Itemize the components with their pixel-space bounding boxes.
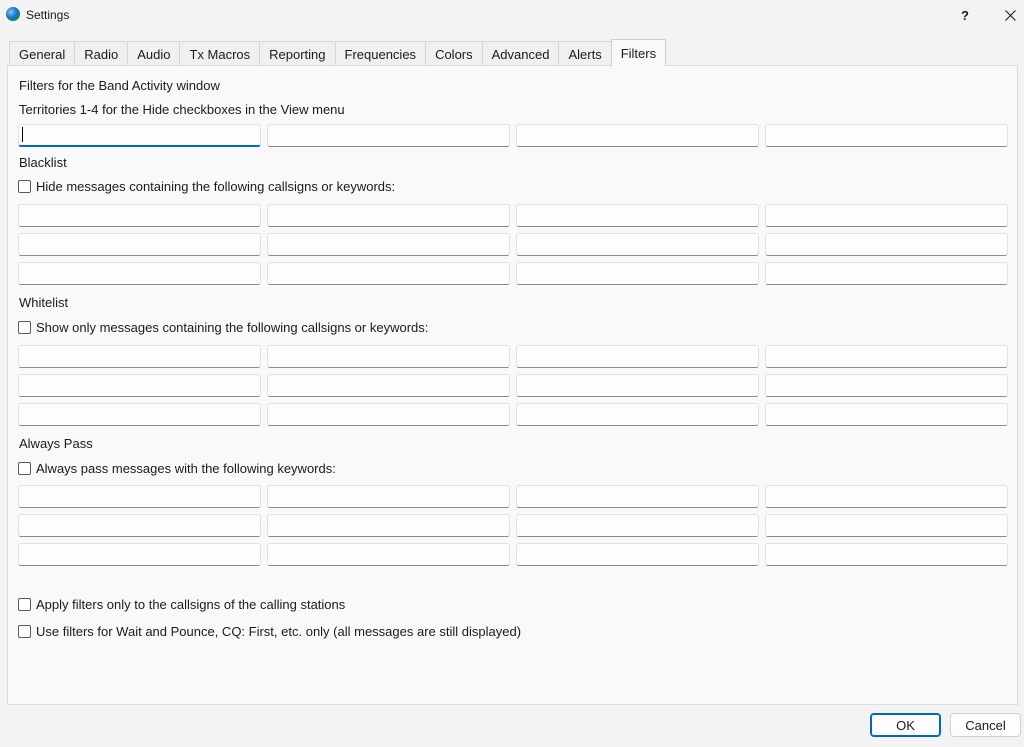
always-pass-input[interactable] — [18, 485, 261, 508]
close-icon — [1004, 9, 1016, 21]
always-pass-heading: Always Pass — [19, 436, 93, 451]
whitelist-checkbox[interactable] — [18, 321, 31, 334]
blacklist-grid — [18, 204, 1008, 285]
text-caret — [22, 127, 23, 142]
whitelist-input[interactable] — [267, 374, 510, 397]
whitelist-input[interactable] — [765, 345, 1008, 368]
use-filters-wait-pounce-label: Use filters for Wait and Pounce, CQ: Fir… — [36, 624, 522, 639]
tab-alerts[interactable]: Alerts — [558, 41, 612, 66]
title-bar: Settings ? — [0, 0, 1024, 30]
always-pass-input[interactable] — [765, 485, 1008, 508]
blacklist-input[interactable] — [18, 204, 261, 227]
app-icon — [6, 7, 20, 21]
territory-3-input[interactable] — [516, 124, 759, 147]
apply-callsigns-label: Apply filters only to the callsigns of t… — [36, 597, 346, 612]
territories-label: Territories 1-4 for the Hide checkboxes … — [19, 102, 345, 117]
always-pass-input[interactable] — [516, 485, 759, 508]
always-pass-checkbox-label: Always pass messages with the following … — [36, 461, 336, 476]
always-pass-input[interactable] — [18, 514, 261, 537]
always-pass-input[interactable] — [516, 543, 759, 566]
whitelist-input[interactable] — [267, 403, 510, 426]
blacklist-heading: Blacklist — [19, 155, 67, 170]
filters-heading: Filters for the Band Activity window — [19, 78, 220, 93]
always-pass-input[interactable] — [765, 514, 1008, 537]
always-pass-checkbox[interactable] — [18, 462, 31, 475]
whitelist-input[interactable] — [18, 345, 261, 368]
always-pass-input[interactable] — [267, 485, 510, 508]
blacklist-input[interactable] — [516, 262, 759, 285]
always-pass-input[interactable] — [267, 543, 510, 566]
blacklist-checkbox-label: Hide messages containing the following c… — [36, 179, 396, 194]
whitelist-input[interactable] — [18, 374, 261, 397]
blacklist-input[interactable] — [18, 262, 261, 285]
tab-audio[interactable]: Audio — [127, 41, 181, 66]
tab-general[interactable]: General — [9, 41, 76, 66]
territories-grid — [18, 124, 1008, 147]
window-title: Settings — [26, 8, 70, 22]
always-pass-input[interactable] — [18, 543, 261, 566]
tab-filters[interactable]: Filters — [610, 39, 667, 66]
use-filters-wait-pounce-option[interactable]: Use filters for Wait and Pounce, CQ: Fir… — [18, 624, 521, 639]
close-button[interactable] — [988, 0, 1024, 30]
use-filters-wait-pounce-checkbox[interactable] — [18, 625, 31, 638]
territory-1-input[interactable] — [18, 124, 261, 147]
blacklist-input[interactable] — [765, 262, 1008, 285]
whitelist-grid — [18, 345, 1008, 426]
ok-button[interactable]: OK — [870, 713, 941, 737]
whitelist-input[interactable] — [516, 374, 759, 397]
cancel-button[interactable]: Cancel — [950, 713, 1021, 737]
blacklist-input[interactable] — [267, 233, 510, 256]
territory-4-input[interactable] — [765, 124, 1008, 147]
apply-callsigns-checkbox[interactable] — [18, 598, 31, 611]
whitelist-input[interactable] — [18, 403, 261, 426]
always-pass-input[interactable] — [765, 543, 1008, 566]
whitelist-input[interactable] — [267, 345, 510, 368]
help-button[interactable]: ? — [943, 0, 987, 30]
tab-frequencies[interactable]: Frequencies — [334, 41, 427, 66]
always-pass-grid — [18, 485, 1008, 566]
tab-bar: General Radio Audio Tx Macros Reporting … — [9, 39, 667, 66]
blacklist-checkbox-row[interactable]: Hide messages containing the following c… — [18, 179, 395, 194]
apply-callsigns-option[interactable]: Apply filters only to the callsigns of t… — [18, 597, 345, 612]
blacklist-input[interactable] — [267, 204, 510, 227]
always-pass-input[interactable] — [516, 514, 759, 537]
whitelist-input[interactable] — [765, 403, 1008, 426]
blacklist-checkbox[interactable] — [18, 180, 31, 193]
territory-2-input[interactable] — [267, 124, 510, 147]
blacklist-input[interactable] — [267, 262, 510, 285]
whitelist-input[interactable] — [516, 345, 759, 368]
tab-advanced[interactable]: Advanced — [481, 41, 560, 66]
whitelist-checkbox-row[interactable]: Show only messages containing the follow… — [18, 320, 428, 335]
tab-colors[interactable]: Colors — [425, 41, 483, 66]
tab-reporting[interactable]: Reporting — [259, 41, 336, 66]
blacklist-input[interactable] — [516, 204, 759, 227]
whitelist-heading: Whitelist — [19, 295, 69, 310]
blacklist-input[interactable] — [516, 233, 759, 256]
whitelist-checkbox-label: Show only messages containing the follow… — [36, 320, 429, 335]
whitelist-input[interactable] — [765, 374, 1008, 397]
blacklist-input[interactable] — [18, 233, 261, 256]
tab-radio[interactable]: Radio — [74, 41, 129, 66]
always-pass-checkbox-row[interactable]: Always pass messages with the following … — [18, 461, 336, 476]
blacklist-input[interactable] — [765, 233, 1008, 256]
blacklist-input[interactable] — [765, 204, 1008, 227]
filters-panel: Filters for the Band Activity window Ter… — [7, 65, 1018, 705]
always-pass-input[interactable] — [267, 514, 510, 537]
tab-tx-macros[interactable]: Tx Macros — [179, 41, 261, 66]
whitelist-input[interactable] — [516, 403, 759, 426]
